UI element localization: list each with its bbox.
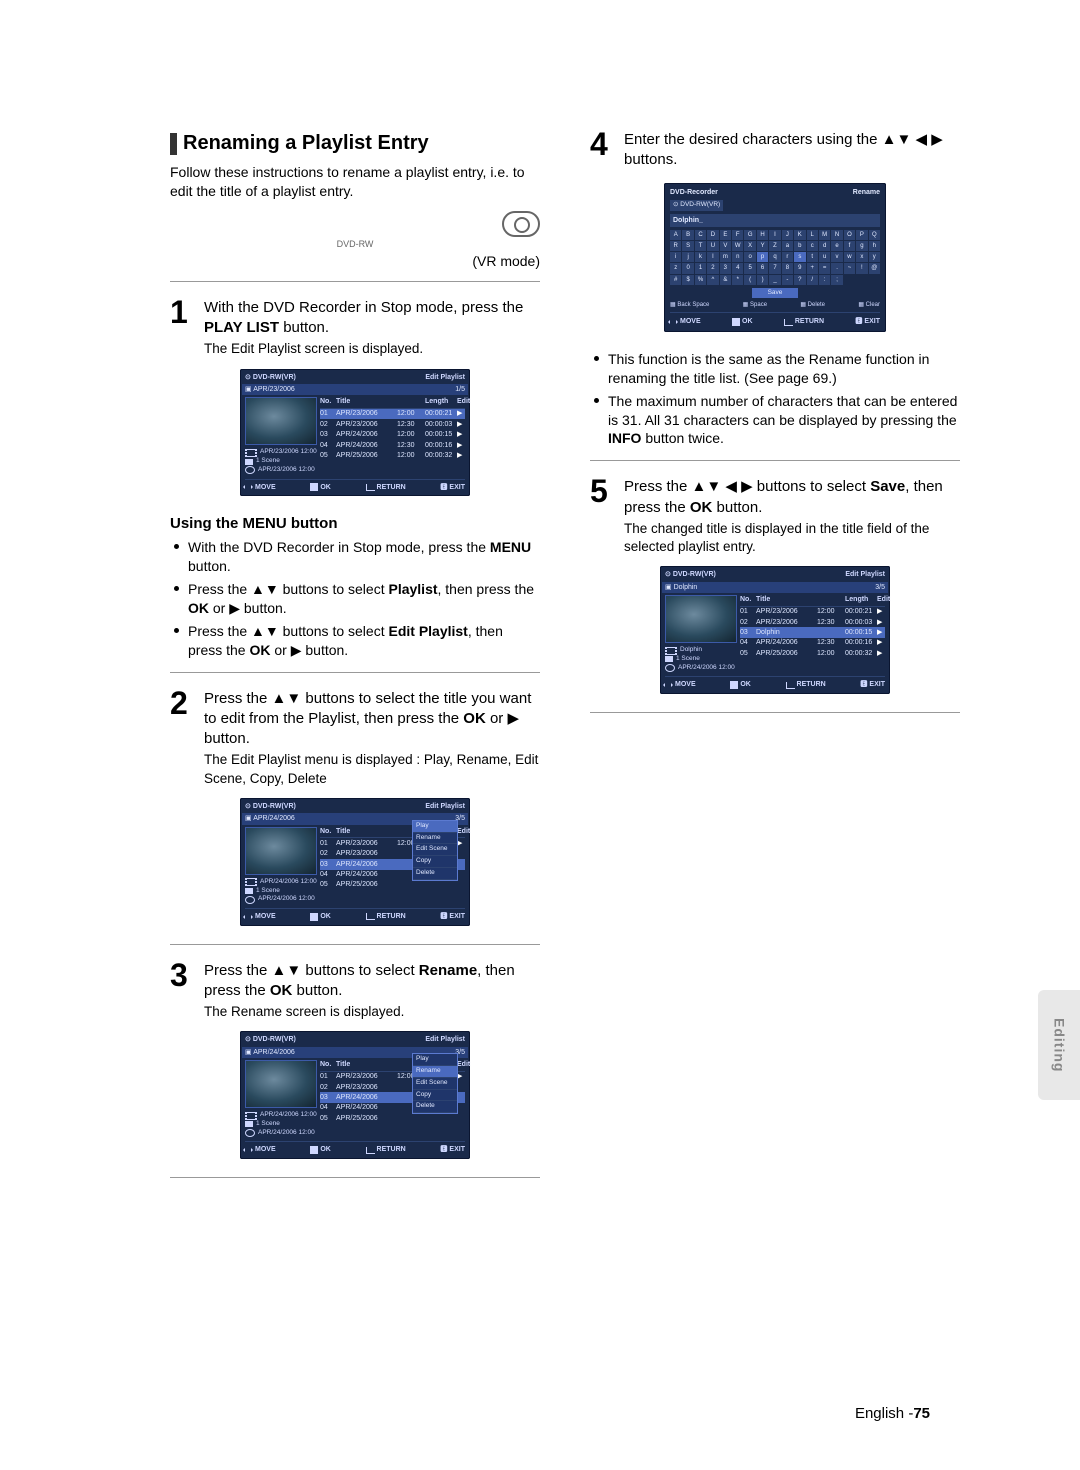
separator <box>170 944 540 945</box>
page-title: Renaming a Playlist Entry <box>183 130 429 157</box>
right-column: 4 Enter the desired characters using the… <box>590 130 960 1194</box>
film-icon <box>245 878 257 886</box>
screenshot-rename: DVD-RecorderRename ⊙ DVD-RW(VR) Dolphin_… <box>664 183 886 332</box>
menu-button-heading: Using the MENU button <box>170 514 540 534</box>
screenshot-edit-playlist-2: ⊙ DVD-RW(VR)Edit Playlist ▣ APR/24/20063… <box>240 798 470 926</box>
step-2-text: Press the ▲▼ buttons to select the title… <box>204 689 540 750</box>
return-icon: RETURN <box>366 483 406 492</box>
step-3-sub: The Rename screen is displayed. <box>204 1003 540 1021</box>
note-bullet: The maximum number of characters that ca… <box>608 392 960 449</box>
step-1-sub: The Edit Playlist screen is displayed. <box>204 340 540 358</box>
separator <box>170 281 540 282</box>
intro-text: Follow these instructions to rename a pl… <box>170 163 540 201</box>
step-1: 1 With the DVD Recorder in Stop mode, pr… <box>170 298 540 359</box>
notes-list: This function is the same as the Rename … <box>590 350 960 448</box>
step-number: 3 <box>170 961 196 1022</box>
step-3: 3 Press the ▲▼ buttons to select Rename,… <box>170 961 540 1022</box>
thumbnail-icon <box>665 595 737 643</box>
context-menu: Play Rename Edit Scene Copy Delete <box>412 820 458 881</box>
section-tab-label: Editing <box>1050 1018 1069 1072</box>
vr-mode-text: (VR mode) <box>170 252 540 271</box>
step-2: 2 Press the ▲▼ buttons to select the tit… <box>170 689 540 788</box>
step-number: 2 <box>170 689 196 788</box>
heading-row: Renaming a Playlist Entry <box>170 130 540 157</box>
step-number: 4 <box>590 130 616 171</box>
menu-bullet: With the DVD Recorder in Stop mode, pres… <box>188 538 540 576</box>
separator <box>170 1177 540 1178</box>
disc-icon <box>502 211 540 237</box>
save-key: Save <box>752 288 798 299</box>
left-column: Renaming a Playlist Entry Follow these i… <box>170 130 540 1194</box>
heading-bar-icon <box>170 133 177 155</box>
clock-icon <box>245 466 255 474</box>
step-3-text: Press the ▲▼ buttons to select Rename, t… <box>204 961 540 1002</box>
step-4: 4 Enter the desired characters using the… <box>590 130 960 171</box>
page-footer: English -75 <box>0 1404 1080 1424</box>
screenshot-edit-playlist-3: ⊙ DVD-RW(VR)Edit Playlist ▣ APR/24/20063… <box>240 1031 470 1159</box>
separator <box>590 712 960 713</box>
screenshot-edit-playlist-final: ⊙ DVD-RW(VR)Edit Playlist ▣ Dolphin3/5 D… <box>660 566 890 694</box>
film-icon <box>245 449 257 457</box>
section-tab: Editing <box>1038 990 1080 1100</box>
disc-label: DVD-RW <box>170 238 540 250</box>
keyboard-grid: ABCDEFGHIJKLMNOPQRSTUVWXYZabcdefghijklmn… <box>670 230 880 284</box>
rename-input: Dolphin_ <box>670 214 880 227</box>
step-2-sub: The Edit Playlist menu is displayed : Pl… <box>204 751 540 787</box>
menu-bullet: Press the ▲▼ buttons to select Playlist,… <box>188 580 540 618</box>
thumbnail-icon <box>245 827 317 875</box>
menu-bullet: Press the ▲▼ buttons to select Edit Play… <box>188 622 540 660</box>
separator <box>170 672 540 673</box>
step-1-text: With the DVD Recorder in Stop mode, pres… <box>204 298 540 339</box>
thumbnail-icon <box>245 1060 317 1108</box>
step-number: 1 <box>170 298 196 359</box>
dvd-rw-badge: DVD-RW <box>170 211 540 250</box>
step-5-text: Press the ▲▼ ◀ ▶ buttons to select Save,… <box>624 477 960 518</box>
step-number: 5 <box>590 477 616 556</box>
context-menu: Play Rename Edit Scene Copy Delete <box>412 1053 458 1114</box>
ok-icon: OK <box>310 483 331 492</box>
clock-icon <box>245 896 255 904</box>
thumbnail-icon <box>245 397 317 445</box>
screenshot-edit-playlist-1: ⊙ DVD-RW(VR)Edit Playlist ▣ APR/23/20061… <box>240 369 470 497</box>
separator <box>590 460 960 461</box>
scene-icon <box>245 459 253 465</box>
step-5: 5 Press the ▲▼ ◀ ▶ buttons to select Sav… <box>590 477 960 556</box>
move-icon: MOVE <box>245 483 276 492</box>
exit-icon: 🅴 EXIT <box>440 483 465 492</box>
step-5-sub: The changed title is displayed in the ti… <box>624 520 960 556</box>
scene-icon <box>245 888 253 894</box>
menu-bullets: With the DVD Recorder in Stop mode, pres… <box>170 538 540 659</box>
step-4-text: Enter the desired characters using the ▲… <box>624 130 960 171</box>
note-bullet: This function is the same as the Rename … <box>608 350 960 388</box>
